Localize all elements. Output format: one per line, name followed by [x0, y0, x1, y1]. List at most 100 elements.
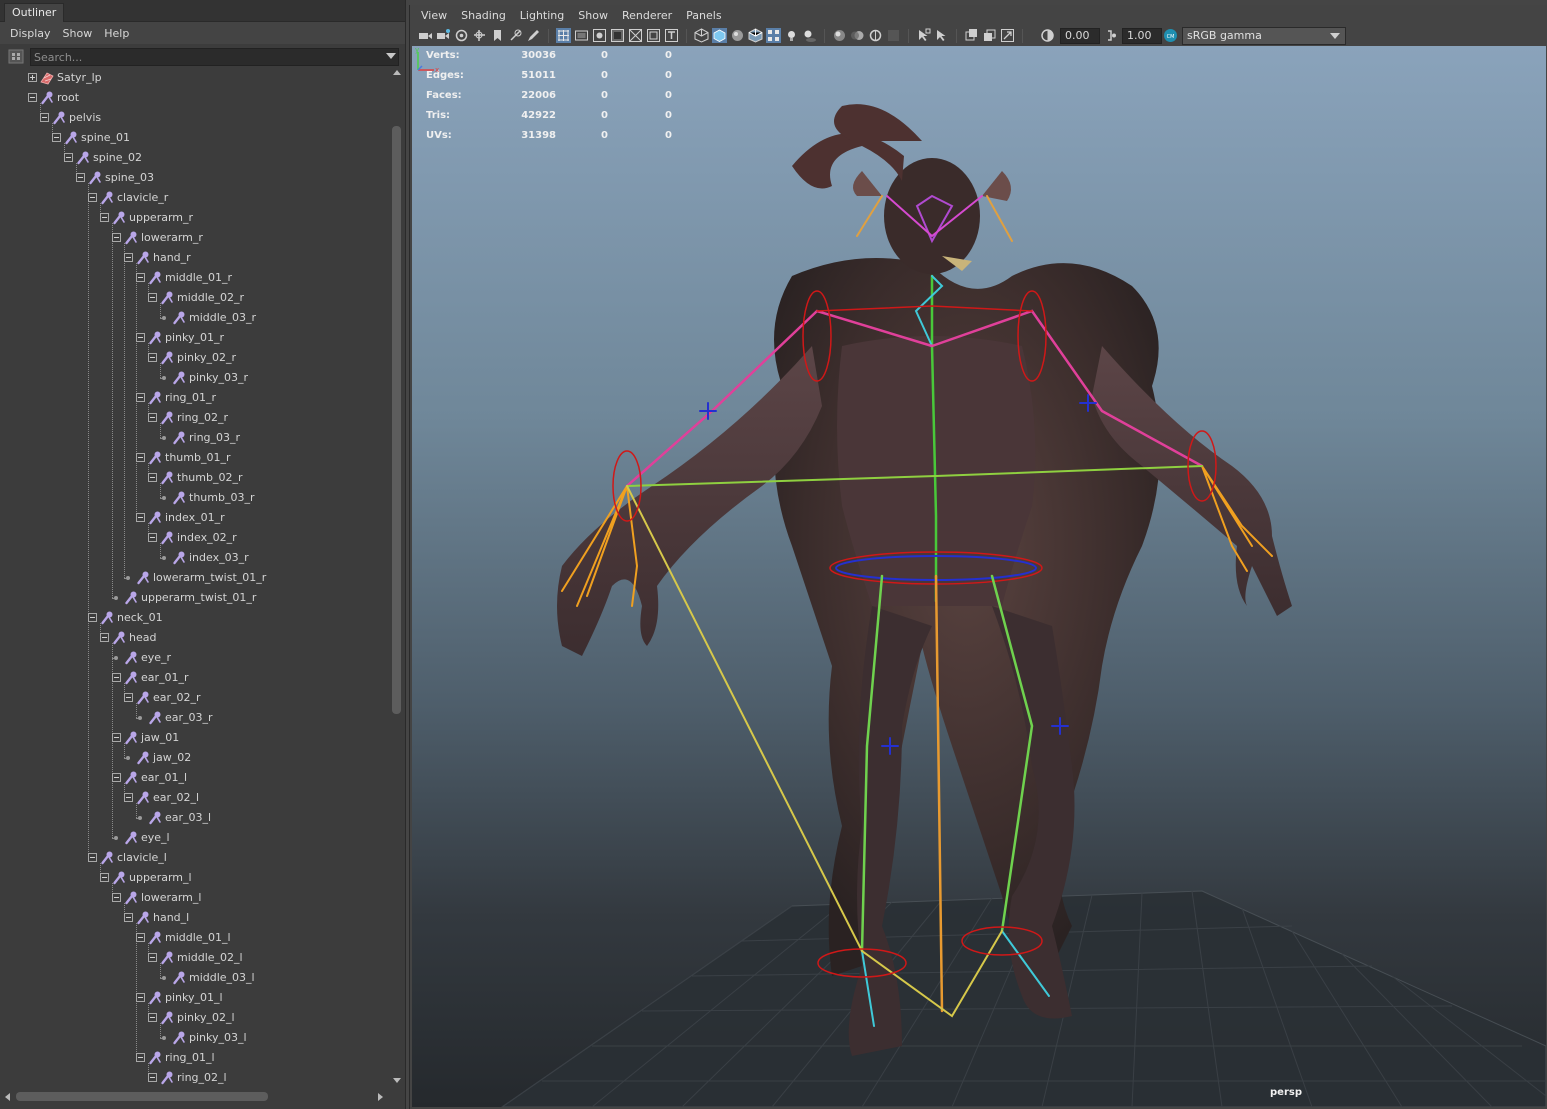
outliner-horizontal-scrollbar[interactable]: [0, 1090, 390, 1104]
menu-panels[interactable]: Panels: [679, 9, 728, 22]
menu-display[interactable]: Display: [4, 27, 57, 40]
horizontal-scroll-thumb[interactable]: [16, 1092, 268, 1101]
outliner-item-eye-r[interactable]: eye_r: [0, 648, 388, 668]
wireframe-on-shaded-icon[interactable]: [748, 28, 763, 43]
bookmarks-icon[interactable]: [454, 28, 469, 43]
outliner-item-thumb-03-r[interactable]: thumb_03_r: [0, 488, 388, 508]
outliner-item-thumb-02-r[interactable]: thumb_02_r: [0, 468, 388, 488]
outliner-item-upperarm-twist-01-r[interactable]: upperarm_twist_01_r: [0, 588, 388, 608]
collapse-icon[interactable]: [124, 793, 133, 802]
tab-outliner[interactable]: Outliner: [4, 3, 65, 22]
collapse-icon[interactable]: [64, 153, 73, 162]
outliner-item-jaw-02[interactable]: jaw_02: [0, 748, 388, 768]
menu-lighting[interactable]: Lighting: [513, 9, 571, 22]
menu-help[interactable]: Help: [98, 27, 135, 40]
xray-joints-icon[interactable]: [964, 28, 979, 43]
gate-mask-icon[interactable]: [610, 28, 625, 43]
outliner-item-pinky-02-r[interactable]: pinky_02_r: [0, 348, 388, 368]
anti-aliasing-icon[interactable]: [868, 28, 883, 43]
frame-selected-icon[interactable]: [1000, 28, 1015, 43]
scroll-left-arrow-icon[interactable]: [5, 1093, 10, 1101]
outliner-vertical-scrollbar[interactable]: [390, 68, 404, 1090]
outliner-item-pinky-03-r[interactable]: pinky_03_r: [0, 368, 388, 388]
collapse-icon[interactable]: [148, 293, 157, 302]
outliner-item-index-03-r[interactable]: index_03_r: [0, 548, 388, 568]
collapse-icon[interactable]: [28, 93, 37, 102]
vertical-scroll-thumb[interactable]: [392, 126, 401, 714]
collapse-icon[interactable]: [136, 273, 145, 282]
menu-renderer[interactable]: Renderer: [615, 9, 679, 22]
image-plane-icon[interactable]: [472, 28, 487, 43]
outliner-item-pinky-02-l[interactable]: pinky_02_l: [0, 1008, 388, 1028]
scroll-down-arrow-icon[interactable]: [393, 1078, 401, 1083]
outliner-item-pinky-01-l[interactable]: pinky_01_l: [0, 988, 388, 1008]
outliner-item-lowerarm-twist-01-r[interactable]: lowerarm_twist_01_r: [0, 568, 388, 588]
outliner-item-middle-01-r[interactable]: middle_01_r: [0, 268, 388, 288]
outliner-item-middle-02-l[interactable]: middle_02_l: [0, 948, 388, 968]
collapse-icon[interactable]: [100, 873, 109, 882]
collapse-icon[interactable]: [136, 393, 145, 402]
collapse-icon[interactable]: [124, 253, 133, 262]
default-material-icon[interactable]: [730, 28, 745, 43]
outliner-item-pelvis[interactable]: pelvis: [0, 108, 388, 128]
motion-blur-icon[interactable]: [850, 28, 865, 43]
outliner-item-middle-02-r[interactable]: middle_02_r: [0, 288, 388, 308]
screen-space-ao-icon[interactable]: [832, 28, 847, 43]
collapse-icon[interactable]: [124, 693, 133, 702]
outliner-item-pinky-03-l[interactable]: pinky_03_l: [0, 1028, 388, 1048]
outliner-item-clavicle-l[interactable]: clavicle_l: [0, 848, 388, 868]
outliner-item-upperarm-l[interactable]: upperarm_l: [0, 868, 388, 888]
film-gate-icon[interactable]: [574, 28, 589, 43]
field-chart-icon[interactable]: [628, 28, 643, 43]
outliner-item-middle-03-r[interactable]: middle_03_r: [0, 308, 388, 328]
bookmark-flag-icon[interactable]: [490, 28, 505, 43]
depth-of-field-icon[interactable]: [886, 28, 901, 43]
exposure-field[interactable]: 0.00: [1060, 28, 1100, 44]
outliner-item-hand-l[interactable]: hand_l: [0, 908, 388, 928]
outliner-item-neck-01[interactable]: neck_01: [0, 608, 388, 628]
search-input[interactable]: [30, 48, 399, 66]
exposure-icon[interactable]: [1040, 28, 1055, 43]
collapse-icon[interactable]: [148, 533, 157, 542]
xray-icon[interactable]: [934, 28, 949, 43]
wireframe-icon[interactable]: [694, 28, 709, 43]
select-camera-icon[interactable]: [418, 28, 433, 43]
outliner-item-pinky-01-r[interactable]: pinky_01_r: [0, 328, 388, 348]
camera-attributes-icon[interactable]: [436, 28, 451, 43]
collapse-icon[interactable]: [148, 353, 157, 362]
search-dropdown-arrow[interactable]: [386, 53, 396, 59]
outliner-item-satyr-lp[interactable]: Satyr_lp: [0, 68, 388, 88]
shadows-icon[interactable]: [802, 28, 817, 43]
collapse-icon[interactable]: [112, 893, 121, 902]
safe-action-icon[interactable]: [646, 28, 661, 43]
outliner-item-root[interactable]: root: [0, 88, 388, 108]
outliner-item-index-01-r[interactable]: index_01_r: [0, 508, 388, 528]
filter-icon[interactable]: [8, 49, 24, 64]
gamma-field[interactable]: 1.00: [1122, 28, 1162, 44]
collapse-icon[interactable]: [40, 113, 49, 122]
collapse-icon[interactable]: [100, 633, 109, 642]
outliner-item-ring-01-r[interactable]: ring_01_r: [0, 388, 388, 408]
2d-pan-zoom-icon[interactable]: [508, 28, 523, 43]
outliner-item-ear-03-l[interactable]: ear_03_l: [0, 808, 388, 828]
outliner-item-upperarm-r[interactable]: upperarm_r: [0, 208, 388, 228]
collapse-icon[interactable]: [148, 473, 157, 482]
outliner-item-middle-01-l[interactable]: middle_01_l: [0, 928, 388, 948]
collapse-icon[interactable]: [76, 173, 85, 182]
menu-view[interactable]: View: [414, 9, 454, 22]
collapse-icon[interactable]: [136, 453, 145, 462]
textured-icon[interactable]: [766, 28, 781, 43]
menu-show[interactable]: Show: [57, 27, 99, 40]
outliner-item-hand-r[interactable]: hand_r: [0, 248, 388, 268]
collapse-icon[interactable]: [112, 233, 121, 242]
resolution-gate-icon[interactable]: [592, 28, 607, 43]
menu-shading[interactable]: Shading: [454, 9, 513, 22]
outliner-item-ear-02-r[interactable]: ear_02_r: [0, 688, 388, 708]
collapse-icon[interactable]: [112, 673, 121, 682]
scroll-up-arrow-icon[interactable]: [393, 70, 401, 75]
3d-viewport[interactable]: Verts: 30036 0 0 Edges: 51011 0 0 Faces:…: [412, 46, 1546, 1107]
color-space-select[interactable]: sRGB gamma: [1182, 27, 1346, 45]
collapse-icon[interactable]: [136, 1053, 145, 1062]
outliner-item-spine-02[interactable]: spine_02: [0, 148, 388, 168]
outliner-item-ear-03-r[interactable]: ear_03_r: [0, 708, 388, 728]
